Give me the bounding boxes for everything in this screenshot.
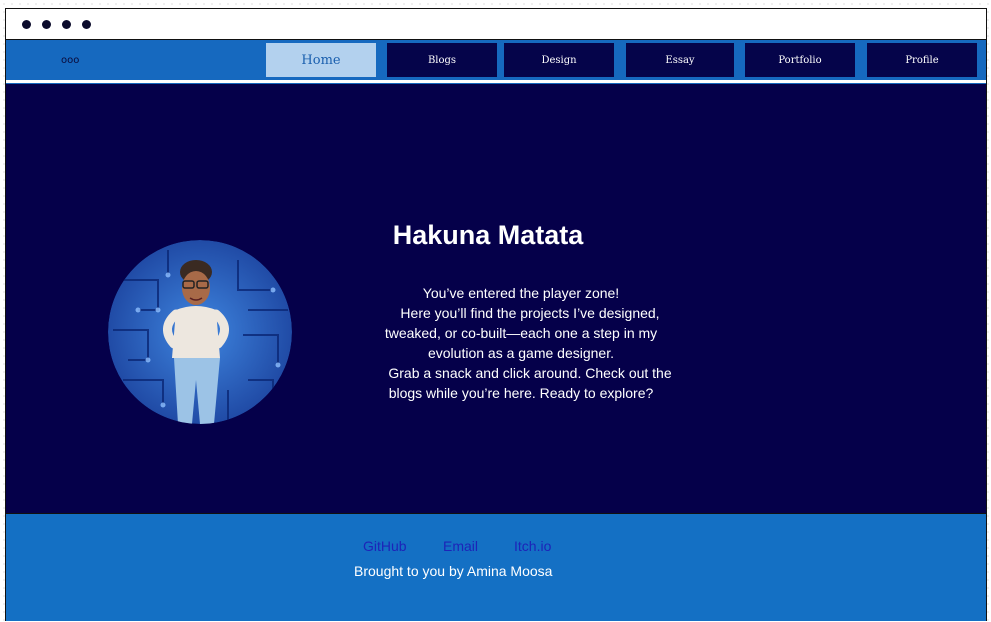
footer-link-github[interactable]: GitHub bbox=[363, 538, 407, 554]
hero-section: Hakuna Matata You’ve entered the player … bbox=[6, 83, 986, 513]
intro-line: You’ve entered the player zone! bbox=[422, 285, 620, 301]
footer: GitHub Email Itch.io Brought to you by A… bbox=[6, 513, 986, 621]
window-dot-icon bbox=[22, 20, 31, 29]
tab-profile[interactable]: Profile bbox=[867, 43, 977, 77]
hero-intro: You’ve entered the player zone! Here you… bbox=[356, 283, 686, 403]
top-navigation: ooo Home Blogs Design Essay Portfolio Pr… bbox=[6, 40, 986, 82]
avatar-circuit-portrait-icon bbox=[108, 240, 292, 424]
intro-line: Grab a snack and click around. Check out… bbox=[388, 365, 672, 381]
tab-portfolio[interactable]: Portfolio bbox=[745, 43, 855, 77]
tab-home[interactable]: Home bbox=[266, 43, 376, 77]
footer-link-email[interactable]: Email bbox=[443, 538, 478, 554]
menu-icon[interactable]: ooo bbox=[61, 55, 79, 66]
footer-link-itchio[interactable]: Itch.io bbox=[514, 538, 551, 554]
window-dot-icon bbox=[42, 20, 51, 29]
window-titlebar bbox=[6, 9, 986, 40]
intro-line: Here you’ll find the projects I’ve desig… bbox=[400, 305, 660, 321]
avatar bbox=[108, 240, 292, 424]
tab-design[interactable]: Design bbox=[504, 43, 614, 77]
window-dot-icon bbox=[62, 20, 71, 29]
intro-line: tweaked, or co-built—each one a step in … bbox=[384, 325, 658, 341]
tab-essay[interactable]: Essay bbox=[626, 43, 734, 77]
intro-line: evolution as a game designer. bbox=[427, 345, 614, 361]
intro-line: blogs while you’re here. Ready to explor… bbox=[388, 385, 654, 401]
window-dot-icon bbox=[82, 20, 91, 29]
footer-credit: Brought to you by Amina Moosa bbox=[354, 563, 553, 579]
browser-window: ooo Home Blogs Design Essay Portfolio Pr… bbox=[5, 8, 987, 621]
hero-title: Hakuna Matata bbox=[392, 220, 584, 250]
tab-blogs[interactable]: Blogs bbox=[387, 43, 497, 77]
